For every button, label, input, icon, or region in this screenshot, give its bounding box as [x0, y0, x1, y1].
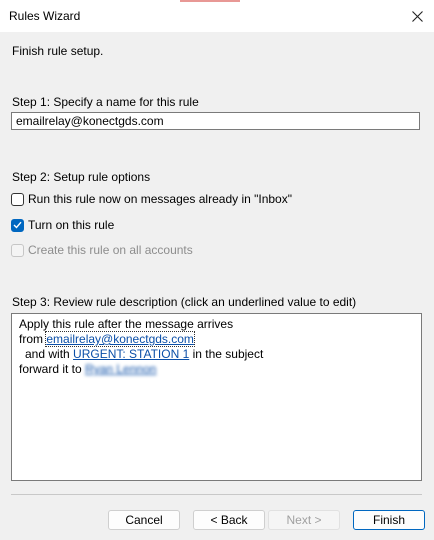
desc-forward-prefix: forward it to — [19, 362, 86, 376]
from-address-link[interactable]: emailrelay@konectgds.com — [45, 331, 195, 347]
window-title: Rules Wizard — [9, 9, 81, 23]
all-accounts-checkbox — [11, 243, 24, 257]
desc-from-prefix: from — [19, 332, 47, 346]
finish-button[interactable]: Finish — [353, 510, 425, 530]
all-accounts-label: Create this rule on all accounts — [28, 243, 193, 257]
turn-on-label: Turn on this rule — [28, 218, 115, 232]
close-icon — [411, 10, 423, 22]
button-separator — [11, 494, 422, 495]
option-all-accounts: Create this rule on all accounts — [11, 243, 193, 257]
step1-label: Step 1: Specify a name for this rule — [12, 95, 199, 109]
run-now-label: Run this rule now on messages already in… — [28, 192, 292, 206]
back-button[interactable]: < Back — [193, 510, 265, 530]
title-bar: Rules Wizard — [0, 0, 434, 32]
window-edge-highlight — [180, 0, 240, 2]
turn-on-checkbox[interactable] — [11, 218, 24, 232]
run-now-checkbox[interactable] — [11, 192, 24, 206]
next-button: Next > — [268, 510, 340, 530]
intro-text: Finish rule setup. — [12, 44, 104, 58]
step2-label: Step 2: Setup rule options — [12, 170, 151, 184]
forward-recipient-link[interactable]: Ryan Lennon — [85, 362, 156, 376]
step3-label: Step 3: Review rule description (click a… — [12, 295, 357, 309]
desc-subject-suffix: in the subject — [189, 347, 264, 361]
checkmark-icon — [13, 221, 22, 229]
option-run-now[interactable]: Run this rule now on messages already in… — [11, 192, 292, 206]
subject-words-link[interactable]: URGENT: STATION 1 — [73, 347, 189, 361]
rule-description-box: Apply this rule after the message arrive… — [11, 313, 422, 481]
rule-name-input[interactable]: emailrelay@konectgds.com — [11, 112, 420, 130]
close-button[interactable] — [400, 0, 434, 32]
desc-line1: Apply this rule after the message arrive… — [19, 317, 234, 331]
desc-subject-prefix: and with — [25, 347, 74, 361]
option-turn-on[interactable]: Turn on this rule — [11, 218, 114, 232]
cancel-button[interactable]: Cancel — [108, 510, 180, 530]
